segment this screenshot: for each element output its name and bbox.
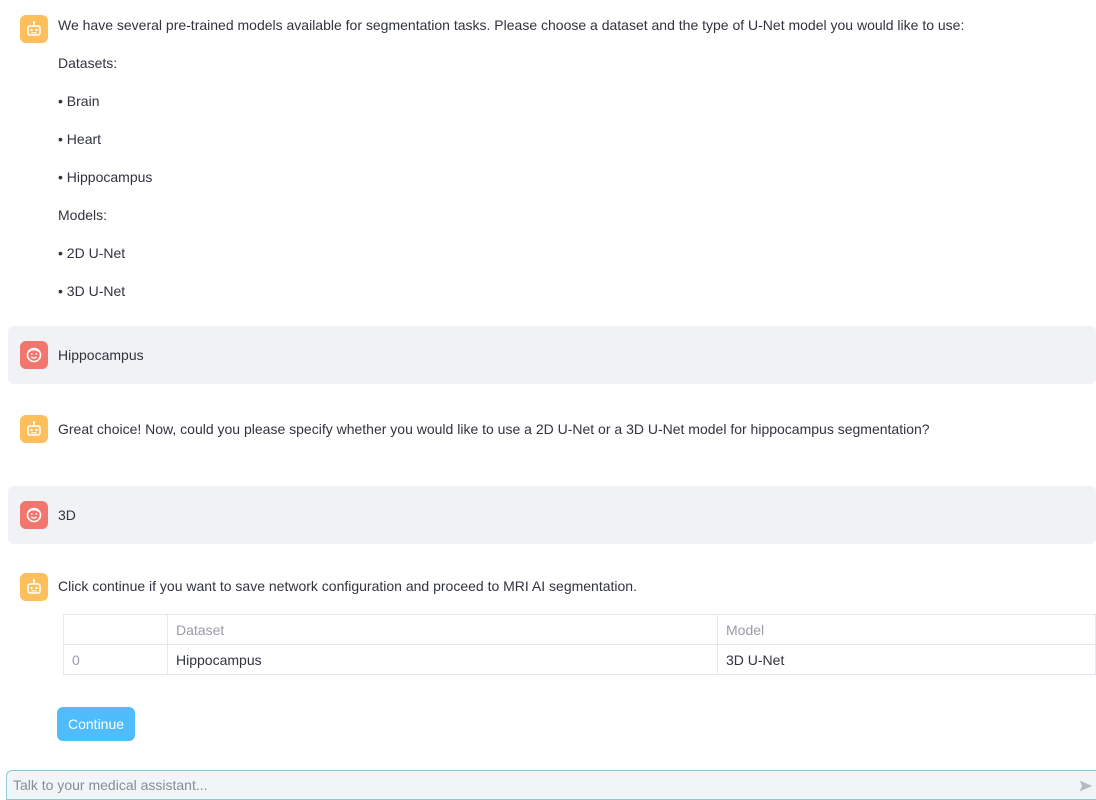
table-cell-index[interactable]: 0 [63, 644, 168, 675]
table-cell-dataset[interactable]: Hippocampus [167, 644, 718, 675]
assistant-message-text: Great choice! Now, could you please spec… [58, 421, 930, 437]
assistant-message: Click continue if you want to save netwo… [8, 573, 1096, 601]
config-table: Dataset Model 0 Hippocampus 3D U-Net [63, 614, 1096, 675]
assistant-message: Great choice! Now, could you please spec… [8, 415, 1096, 443]
list-item: • Brain [58, 93, 100, 109]
send-arrow-icon[interactable] [1077, 777, 1095, 795]
datasets-heading: Datasets: [58, 55, 118, 71]
continue-button[interactable]: Continue [57, 707, 136, 741]
user-message: Hippocampus [8, 326, 1096, 384]
list-item: • 3D U-Net [58, 283, 126, 299]
chat-input-bar [6, 770, 1096, 800]
table-header-dataset[interactable]: Dataset [167, 614, 718, 645]
smiley-face-icon [20, 501, 48, 529]
assistant-message-text: Click continue if you want to save netwo… [58, 578, 637, 594]
robot-face-icon [20, 573, 48, 601]
robot-face-icon [20, 15, 48, 43]
table-header-row: Dataset Model [63, 614, 1096, 645]
list-item: • 2D U-Net [58, 245, 126, 261]
list-item: • Hippocampus [58, 169, 153, 185]
chat-input[interactable] [7, 776, 1096, 794]
table-row: 0 Hippocampus 3D U-Net [63, 644, 1096, 675]
models-heading: Models: [58, 207, 108, 223]
assistant-message-text: We have several pre-trained models avail… [58, 17, 965, 33]
smiley-face-icon [20, 341, 48, 369]
user-message-text: Hippocampus [58, 347, 144, 363]
user-message-text: 3D [58, 507, 76, 523]
robot-face-icon [20, 415, 48, 443]
table-cell-model[interactable]: 3D U-Net [717, 644, 1096, 675]
table-header-index[interactable] [63, 614, 168, 645]
list-item: • Heart [58, 131, 102, 147]
table-header-model[interactable]: Model [717, 614, 1096, 645]
assistant-message: We have several pre-trained models avail… [8, 15, 1096, 301]
user-message: 3D [8, 486, 1096, 544]
